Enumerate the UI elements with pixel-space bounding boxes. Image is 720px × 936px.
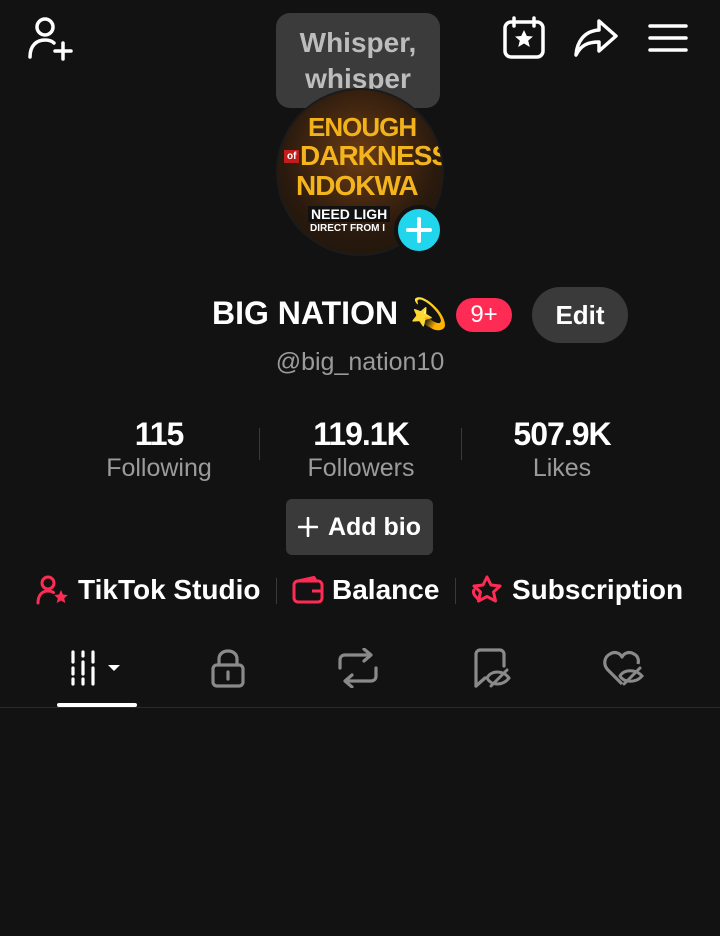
tab-videos[interactable] <box>57 640 137 696</box>
share-arrow-icon <box>574 19 618 57</box>
stat-value: 507.9K <box>513 416 611 452</box>
calendar-button[interactable] <box>498 12 550 64</box>
edit-profile-button[interactable]: Edit <box>532 287 628 343</box>
add-avatar-button[interactable] <box>394 205 444 255</box>
poster-text: ENOUGH <box>308 112 417 142</box>
stat-divider <box>259 428 260 460</box>
poster-text: NEED LIGH <box>308 206 391 222</box>
profile-handle: @big_nation10 <box>275 348 445 376</box>
profile-name: BIG NATION <box>212 295 399 331</box>
add-bio-label: Add bio <box>327 512 422 541</box>
plus-icon <box>297 517 318 537</box>
profile-name-row: BIG NATION 💫 9+ Edit <box>0 287 720 343</box>
hamburger-menu-icon <box>648 24 688 52</box>
link-label: Balance <box>332 574 440 605</box>
notification-badge[interactable]: 9+ <box>456 298 512 332</box>
calendar-star-icon <box>503 16 545 59</box>
wallet-icon <box>292 576 324 604</box>
stat-label: Followers <box>307 454 415 482</box>
tab-favorites[interactable] <box>452 640 532 696</box>
tabs-divider <box>0 707 720 708</box>
repost-icon <box>338 648 378 688</box>
poster-text: NDOKWA <box>296 170 419 201</box>
plus-icon <box>406 217 432 243</box>
link-separator <box>455 578 456 604</box>
profile-links-row: TikTok Studio Balance Subscription <box>0 568 720 612</box>
poster-text: DARKNESS <box>300 140 444 171</box>
link-label: Subscription <box>512 574 684 605</box>
poster-text: DIRECT FROM I <box>310 223 385 234</box>
stat-following[interactable]: 115 Following <box>59 415 259 483</box>
stat-followers[interactable]: 119.1K Followers <box>261 415 461 483</box>
person-star-icon <box>36 575 68 605</box>
stat-value: 119.1K <box>313 416 409 452</box>
add-friend-button[interactable] <box>24 12 76 64</box>
share-button[interactable] <box>570 12 622 64</box>
link-separator <box>276 578 277 604</box>
whisper-line-1: Whisper, <box>299 27 417 58</box>
stat-label: Following <box>106 454 212 482</box>
tab-reposts[interactable] <box>318 640 398 696</box>
stat-likes[interactable]: 507.9K Likes <box>462 415 662 483</box>
bookmark-eye-icon <box>474 648 511 688</box>
person-plus-icon <box>28 17 73 61</box>
tab-private[interactable] <box>188 640 268 696</box>
poster-text: of <box>284 150 300 163</box>
lock-icon <box>211 649 245 688</box>
add-bio-button[interactable]: Add bio <box>286 499 433 555</box>
star-heart-icon <box>471 575 502 603</box>
link-label: TikTok Studio <box>78 574 261 605</box>
heart-eye-icon <box>603 650 644 686</box>
balance-link[interactable]: Balance <box>292 568 439 612</box>
stat-label: Likes <box>532 454 592 482</box>
name-emoji: 💫 <box>410 298 448 331</box>
stat-value: 115 <box>134 416 185 452</box>
tiktok-studio-link[interactable]: TikTok Studio <box>36 568 261 612</box>
menu-button[interactable] <box>642 12 694 64</box>
subscription-link[interactable]: Subscription <box>470 568 683 612</box>
grid-bars-icon <box>71 650 120 686</box>
tab-liked[interactable] <box>584 640 664 696</box>
